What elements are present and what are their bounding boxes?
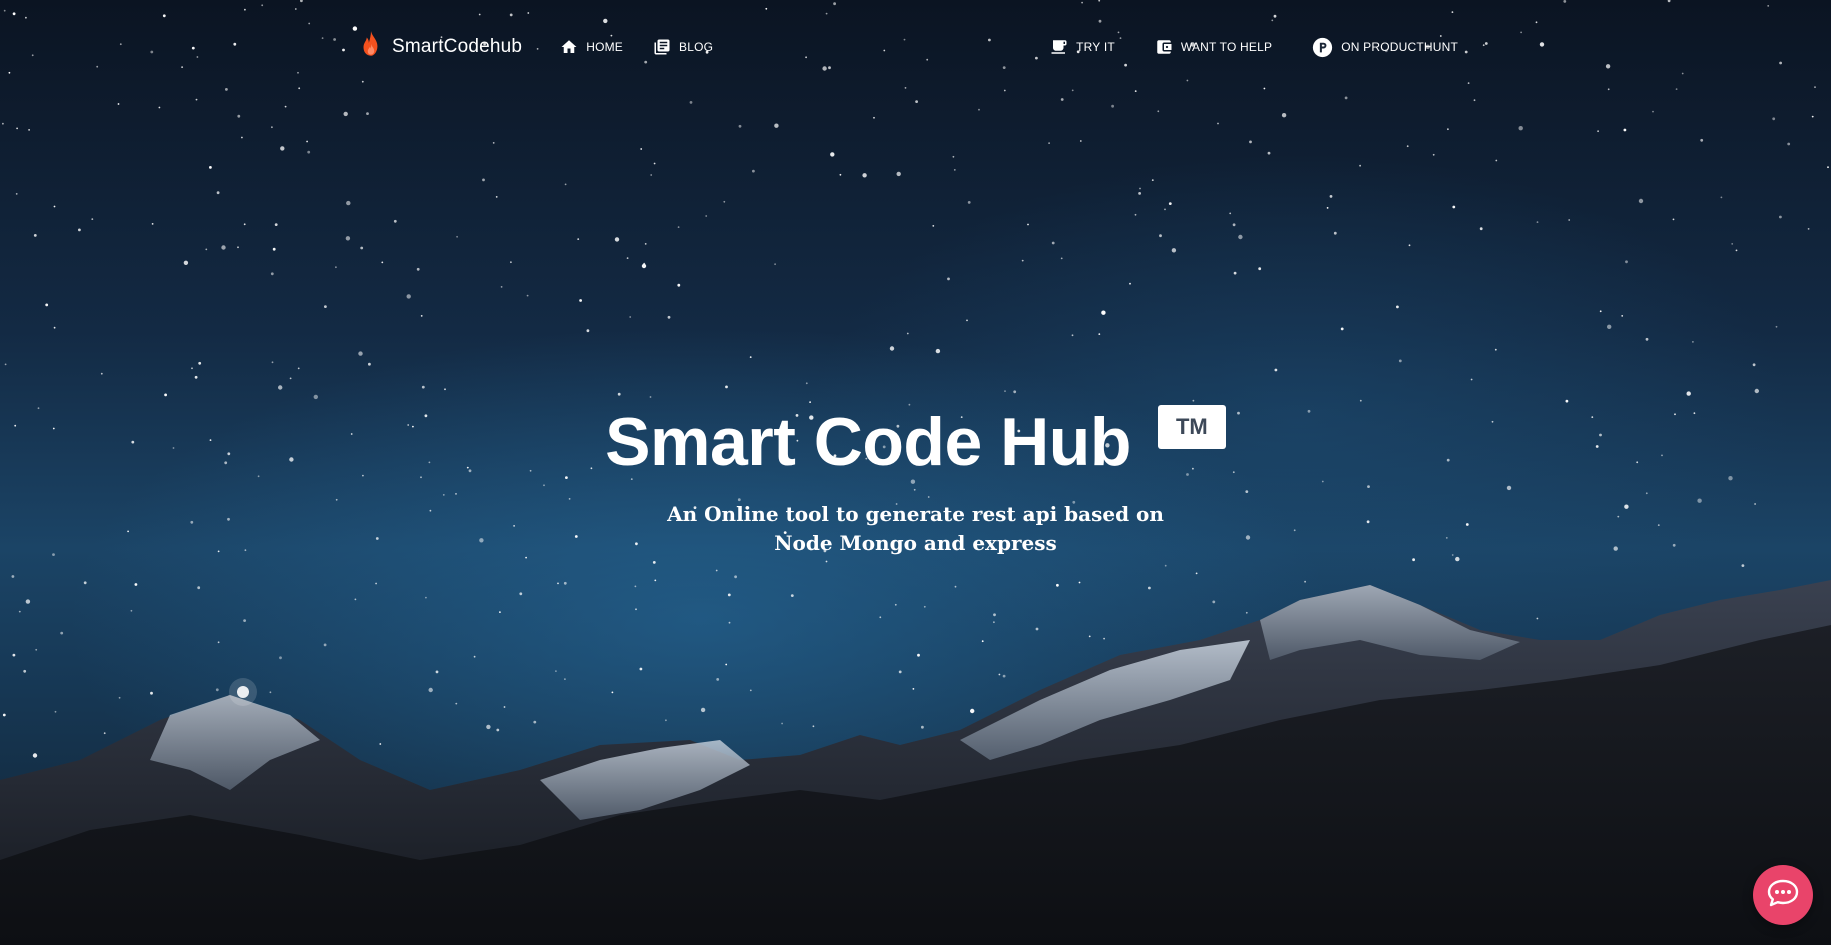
hero-subtitle: An Online tool to generate rest api base…: [667, 502, 1164, 555]
library-books-icon: [653, 38, 671, 56]
trademark-badge: TM: [1157, 405, 1226, 449]
nav-try-it[interactable]: TRY IT: [1050, 38, 1115, 56]
brand-link[interactable]: SmartCodehub: [358, 30, 522, 65]
nav-producthunt-label: ON PRODUCTHUNT: [1341, 40, 1458, 54]
fire-icon: [358, 30, 384, 65]
coffee-icon: [1050, 38, 1068, 56]
nav-blog[interactable]: BLOG: [653, 38, 713, 56]
nav-producthunt[interactable]: ON PRODUCTHUNT: [1312, 37, 1458, 58]
home-icon: [560, 38, 578, 56]
chat-button[interactable]: [1753, 865, 1813, 925]
chat-bubble-icon: [1766, 878, 1800, 913]
nav-home[interactable]: HOME: [560, 38, 623, 56]
nav-home-label: HOME: [586, 40, 624, 54]
hero-title-row: Smart Code Hub TM: [605, 400, 1226, 484]
hero-title: Smart Code Hub: [605, 404, 1131, 480]
nav-blog-label: BLOG: [679, 40, 714, 54]
wallet-icon: [1155, 38, 1173, 56]
hero-section: Smart Code Hub TM An Online tool to gene…: [0, 400, 1831, 558]
nav-want-to-help-label: WANT TO HELP: [1180, 40, 1273, 54]
producthunt-icon: [1312, 37, 1333, 58]
nav-try-it-label: TRY IT: [1076, 40, 1115, 54]
nav-want-to-help[interactable]: WANT TO HELP: [1155, 38, 1272, 56]
top-navbar: SmartCodehub HOME BLOG TRY IT WANT TO HE…: [358, 26, 1458, 68]
brand-name: SmartCodehub: [392, 36, 523, 57]
